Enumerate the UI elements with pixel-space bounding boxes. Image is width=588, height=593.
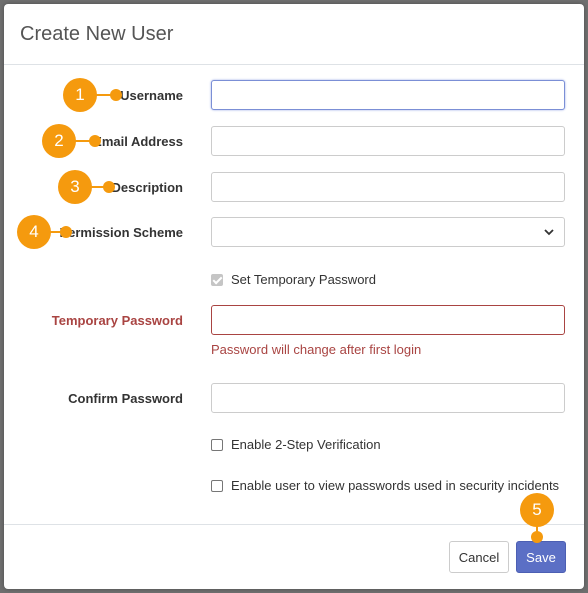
dialog-title: Create New User <box>20 23 174 45</box>
callout-badge-3: 3 <box>58 170 92 204</box>
dialog-footer: Cancel Save <box>4 524 584 590</box>
cancel-button[interactable]: Cancel <box>449 541 509 573</box>
view-passwords-option[interactable]: Enable user to view passwords used in se… <box>211 478 559 493</box>
save-button[interactable]: Save <box>516 541 566 573</box>
username-input[interactable] <box>211 80 565 110</box>
confirm-password-input[interactable] <box>211 383 565 413</box>
callout-dot-2 <box>89 135 101 147</box>
callout-dot-1 <box>110 89 122 101</box>
permission-scheme-label: Permission Scheme <box>59 225 183 240</box>
confirm-password-label: Confirm Password <box>68 391 183 406</box>
view-passwords-checkbox[interactable] <box>211 479 223 492</box>
description-label: Description <box>111 180 183 195</box>
description-input[interactable] <box>211 172 565 202</box>
callout-badge-5: 5 <box>520 493 554 527</box>
callout-dot-5 <box>531 531 543 543</box>
temporary-password-label: Temporary Password <box>51 313 183 328</box>
set-temp-password-option: Set Temporary Password <box>211 272 376 287</box>
callout-badge-1: 1 <box>63 78 97 112</box>
callout-dot-3 <box>103 181 115 193</box>
set-temp-password-label: Set Temporary Password <box>231 272 376 287</box>
permission-scheme-select[interactable] <box>211 217 565 247</box>
email-label: Email Address <box>93 134 183 149</box>
view-passwords-label: Enable user to view passwords used in se… <box>231 478 560 493</box>
username-label: Username <box>120 88 183 103</box>
set-temp-password-checkbox <box>211 273 223 286</box>
email-input[interactable] <box>211 126 565 156</box>
callout-badge-2: 2 <box>42 124 76 158</box>
callout-dot-4 <box>60 226 72 238</box>
two-step-option[interactable]: Enable 2-Step Verification <box>211 437 381 452</box>
temporary-password-input[interactable] <box>211 305 565 335</box>
temporary-password-help: Password will change after first login <box>211 342 422 357</box>
two-step-label: Enable 2-Step Verification <box>231 437 381 452</box>
dialog-header: Create New User <box>4 4 584 65</box>
chevron-down-icon <box>544 229 554 236</box>
callout-badge-4: 4 <box>17 215 51 249</box>
two-step-checkbox[interactable] <box>211 438 223 451</box>
